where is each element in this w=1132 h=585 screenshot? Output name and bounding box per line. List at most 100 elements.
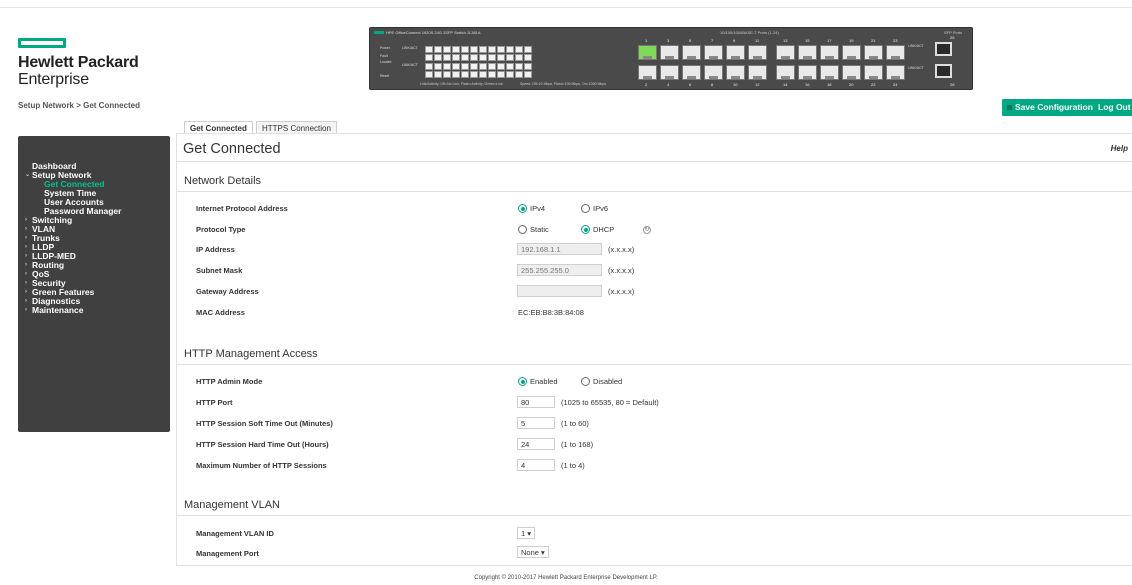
brand-line2: Enterprise bbox=[18, 71, 89, 88]
refresh-icon[interactable]: ↻ bbox=[643, 226, 651, 234]
port-number: 2 bbox=[645, 82, 648, 87]
led-port bbox=[506, 54, 514, 61]
soft-timeout-input[interactable]: 5 bbox=[517, 417, 555, 429]
ip-address-label: IP Address bbox=[196, 245, 235, 254]
port-number: 20 bbox=[849, 82, 854, 87]
ip-address-field[interactable]: 192.168.1.1 bbox=[517, 243, 602, 255]
ethernet-port[interactable] bbox=[638, 65, 657, 80]
led-port bbox=[443, 54, 451, 61]
http-enabled-radio[interactable]: Enabled bbox=[518, 377, 558, 386]
hard-timeout-input[interactable]: 24 bbox=[517, 438, 555, 450]
led-port bbox=[506, 71, 514, 78]
hpe-logo-mark bbox=[18, 38, 66, 48]
led-port bbox=[479, 46, 487, 53]
mac-address-label: MAC Address bbox=[196, 308, 245, 317]
ethernet-port[interactable] bbox=[886, 65, 905, 80]
port-number: 5 bbox=[689, 38, 692, 43]
ethernet-port[interactable] bbox=[864, 65, 883, 80]
ethernet-port[interactable] bbox=[748, 45, 767, 60]
sfp-port-25[interactable] bbox=[935, 42, 952, 56]
ethernet-port[interactable] bbox=[748, 65, 767, 80]
ipv4-radio[interactable]: IPv4 bbox=[518, 204, 545, 213]
led-port bbox=[479, 63, 487, 70]
led-port bbox=[425, 71, 433, 78]
ipv6-radio[interactable]: IPv6 bbox=[581, 204, 608, 213]
ethernet-port[interactable] bbox=[682, 65, 701, 80]
sidebar-nav: Dashboard ⌄ Setup Network Get Connected Syst… bbox=[18, 136, 170, 432]
management-vlan-id-select[interactable]: 1 ▾ bbox=[517, 527, 536, 539]
radio-unselected-icon bbox=[581, 377, 590, 386]
ethernet-port[interactable] bbox=[638, 45, 657, 60]
led-port bbox=[434, 54, 442, 61]
led-port bbox=[479, 71, 487, 78]
ethernet-port[interactable] bbox=[820, 45, 839, 60]
led-port bbox=[452, 46, 460, 53]
led-port bbox=[506, 63, 514, 70]
led-port bbox=[443, 46, 451, 53]
port-number: 17 bbox=[827, 38, 832, 43]
ethernet-port[interactable] bbox=[864, 45, 883, 60]
panel-title: HPE OfficeConnect 1920S 24G 2SFP Switch … bbox=[374, 30, 481, 35]
chevron-right-icon: › bbox=[25, 217, 27, 223]
ethernet-port[interactable] bbox=[798, 45, 817, 60]
sidebar-item-maintenance[interactable]: › Maintenance bbox=[18, 306, 170, 315]
ip-format-hint: (x.x.x.x) bbox=[608, 245, 635, 254]
ethernet-port[interactable] bbox=[820, 65, 839, 80]
port-number: 11 bbox=[755, 38, 760, 43]
ethernet-port[interactable] bbox=[798, 65, 817, 80]
ethernet-port[interactable] bbox=[726, 65, 745, 80]
chevron-right-icon: › bbox=[25, 244, 27, 250]
ethernet-port[interactable] bbox=[726, 45, 745, 60]
http-port-input[interactable]: 80 bbox=[517, 396, 555, 408]
radio-selected-icon bbox=[518, 204, 527, 213]
ethernet-port[interactable] bbox=[842, 65, 861, 80]
ethernet-port[interactable] bbox=[704, 65, 723, 80]
led-port bbox=[470, 63, 478, 70]
port-number: 13 bbox=[783, 38, 788, 43]
subnet-mask-field[interactable]: 255.255.255.0 bbox=[517, 264, 602, 276]
section-divider bbox=[177, 191, 1132, 192]
dhcp-radio[interactable]: DHCP bbox=[581, 225, 614, 234]
sfp-link-act-top: LINK/ACT bbox=[908, 44, 924, 48]
panel-speed-note: Speed: Off=10 Mbps, Flash=100 Mbps, On=1… bbox=[520, 82, 607, 86]
log-out-button[interactable]: Log Out bbox=[1095, 99, 1132, 116]
ethernet-port[interactable] bbox=[842, 45, 861, 60]
ethernet-port[interactable] bbox=[704, 45, 723, 60]
led-port bbox=[497, 63, 505, 70]
sfp-number-25: 25 bbox=[950, 35, 955, 40]
led-port bbox=[524, 46, 532, 53]
help-link[interactable]: Help bbox=[1111, 144, 1128, 153]
led-port bbox=[425, 54, 433, 61]
ethernet-port[interactable] bbox=[660, 65, 679, 80]
ethernet-port[interactable] bbox=[886, 45, 905, 60]
port-number: 1 bbox=[645, 38, 648, 43]
led-port bbox=[461, 63, 469, 70]
ip-protocol-label: Internet Protocol Address bbox=[196, 204, 288, 213]
led-reset: Reset bbox=[380, 74, 390, 78]
led-port bbox=[470, 46, 478, 53]
ethernet-port[interactable] bbox=[776, 65, 795, 80]
subnet-mask-label: Subnet Mask bbox=[196, 266, 243, 275]
port-number: 19 bbox=[849, 38, 854, 43]
port-number: 7 bbox=[711, 38, 714, 43]
led-port bbox=[461, 54, 469, 61]
save-configuration-button[interactable]: Save Configuration bbox=[1002, 99, 1098, 116]
led-port bbox=[515, 71, 523, 78]
sfp-port-26[interactable] bbox=[935, 64, 952, 78]
http-port-label: HTTP Port bbox=[196, 398, 233, 407]
radio-selected-icon bbox=[581, 225, 590, 234]
max-sessions-input[interactable]: 4 bbox=[517, 459, 555, 471]
ethernet-port[interactable] bbox=[660, 45, 679, 60]
content-panel: Get Connected Help Network Details Inter… bbox=[176, 133, 1132, 566]
radio-unselected-icon bbox=[581, 204, 590, 213]
ethernet-port[interactable] bbox=[776, 45, 795, 60]
led-port bbox=[524, 71, 532, 78]
http-admin-mode-label: HTTP Admin Mode bbox=[196, 377, 263, 386]
ethernet-port[interactable] bbox=[682, 45, 701, 60]
http-disabled-radio[interactable]: Disabled bbox=[581, 377, 622, 386]
management-port-select[interactable]: None ▾ bbox=[517, 546, 549, 558]
protocol-type-label: Protocol Type bbox=[196, 225, 246, 234]
led-port bbox=[443, 71, 451, 78]
gateway-address-field[interactable] bbox=[517, 285, 602, 297]
static-radio[interactable]: Static bbox=[518, 225, 549, 234]
